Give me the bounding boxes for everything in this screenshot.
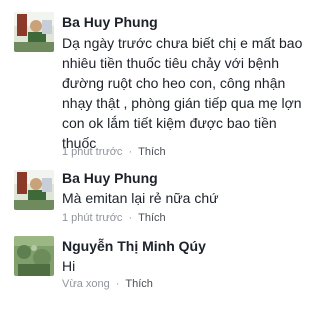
comment-time[interactable]: 1 phút trước	[62, 212, 122, 224]
comment-meta: 1 phút trước · Thích	[62, 146, 166, 158]
comment-text: Mà emitan lại rẻ nữa chứ	[62, 190, 219, 206]
comment-time[interactable]: 1 phút trước	[62, 146, 122, 158]
comment-time[interactable]: Vừa xong	[62, 278, 110, 290]
like-button[interactable]: Thích	[125, 278, 153, 290]
meta-separator: ·	[128, 212, 133, 224]
avatar-photo-green-icon	[14, 236, 54, 276]
avatar-photo-icon	[14, 170, 54, 210]
avatar-photo-icon	[14, 12, 54, 52]
comment-meta: 1 phút trước · Thích	[62, 212, 166, 224]
comment-text: Dạ ngày trước chưa biết chị e mất bao nh…	[62, 35, 303, 151]
comment-item: Nguyễn Thị Minh Qúy Hi Vừa xong · Thích	[0, 228, 320, 320]
meta-separator: ·	[128, 146, 133, 158]
comment-author[interactable]: Ba Huy Phung	[62, 14, 158, 30]
meta-separator: ·	[115, 278, 120, 290]
avatar[interactable]	[14, 12, 54, 52]
comment-author[interactable]: Ba Huy Phung	[62, 170, 158, 186]
comment-text: Hi	[62, 258, 76, 274]
like-button[interactable]: Thích	[138, 146, 166, 158]
avatar[interactable]	[14, 236, 54, 276]
like-button[interactable]: Thích	[138, 212, 166, 224]
avatar[interactable]	[14, 170, 54, 210]
comment-item: Ba Huy Phung Mà emitan lại rẻ nữa chứ 1 …	[0, 160, 320, 230]
comment-meta: Vừa xong · Thích	[62, 278, 153, 290]
comment-author[interactable]: Nguyễn Thị Minh Qúy	[62, 238, 206, 254]
